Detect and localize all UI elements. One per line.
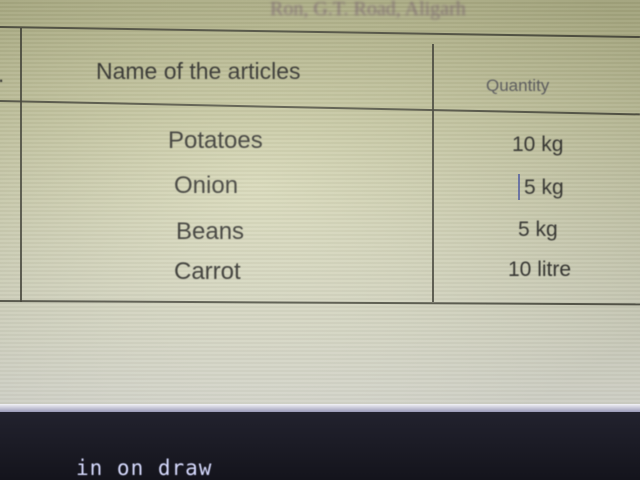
table-row-quantity: 5 kg [524, 176, 564, 199]
table-row-quantity: 10 litre [508, 258, 572, 281]
table-left-divider [20, 28, 22, 302]
column-header-name: Name of the articles [96, 58, 301, 84]
terminal-panel: in on draw [0, 412, 640, 480]
document-page: Ron, G.T. Road, Aligarh . Name of the ar… [0, 0, 640, 410]
table-row-name: Potatoes [168, 127, 263, 154]
table-column-divider [432, 44, 434, 302]
header-address: Ron, G.T. Road, Aligarh [270, 0, 466, 20]
table-row-quantity: 10 kg [512, 133, 564, 156]
column-header-quantity: Quantity [486, 76, 550, 95]
photographed-screen: Ron, G.T. Road, Aligarh . Name of the ar… [0, 0, 640, 480]
table-row-quantity: 5 kg [518, 218, 558, 241]
table-row-name: Beans [176, 218, 245, 245]
table-bottom-border [0, 300, 640, 306]
screen-edge-highlight [0, 404, 640, 412]
document-header: Ron, G.T. Road, Aligarh [0, 0, 640, 24]
table-top-border [0, 26, 640, 39]
text-cursor [518, 174, 520, 200]
terminal-text: in on draw [76, 456, 213, 480]
cut-off-column-mark: . [0, 62, 4, 88]
table-row-name: Onion [174, 172, 239, 199]
table-header-divider [0, 100, 640, 116]
table-row-name: Carrot [174, 258, 241, 285]
